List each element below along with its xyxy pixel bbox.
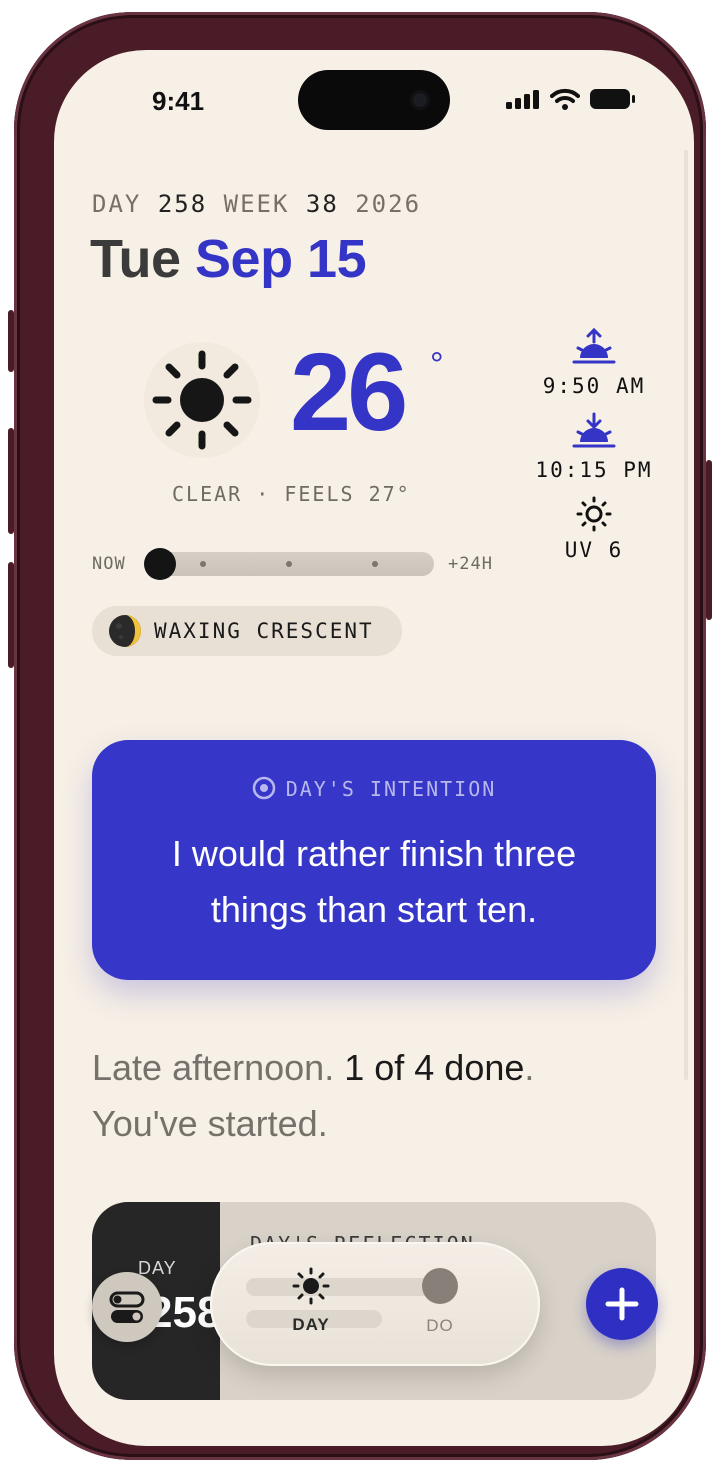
- moon-phase-icon: [109, 615, 141, 647]
- power-button: [706, 460, 712, 620]
- sun-icon: [292, 1267, 330, 1305]
- date-meta-line: DAY 258 WEEK 38 2026: [92, 190, 422, 218]
- signal-icon: [506, 90, 539, 109]
- scrollbar[interactable]: [684, 150, 688, 1080]
- target-icon: [252, 776, 275, 800]
- action-button: [8, 310, 14, 372]
- intention-heading: DAY'S INTENTION: [92, 776, 656, 801]
- sunset-icon: [572, 412, 616, 448]
- weather-condition: CLEAR · FEELS 27°: [172, 482, 411, 506]
- status-icons: [506, 88, 636, 110]
- do-circle-icon: [422, 1268, 458, 1304]
- battery-icon: [590, 89, 635, 109]
- timeline-start-label: NOW: [92, 554, 126, 574]
- temperature: 26: [290, 331, 408, 454]
- degree-symbol: °: [430, 346, 444, 384]
- sunrise-icon: [572, 328, 616, 364]
- sunset-time: 10:15 PM: [535, 458, 653, 482]
- toggle-icon: [109, 1291, 145, 1323]
- moon-phase-pill[interactable]: WAXING CRESCENT: [92, 606, 402, 656]
- timeline-slider-handle[interactable]: [144, 548, 176, 580]
- screen: 9:41 DAY 258 WEEK 38 2026 Tue Sep 15 26 …: [54, 50, 694, 1446]
- day-summary: Late afternoon. 1 of 4 done. You've star…: [92, 1047, 535, 1144]
- add-button[interactable]: [586, 1268, 658, 1340]
- intention-card[interactable]: DAY'S INTENTION I would rather finish th…: [92, 740, 656, 980]
- sun-icon: [144, 342, 260, 458]
- timeline-end-label: +24H: [448, 554, 493, 574]
- intention-quote: I would rather finish three things than …: [171, 833, 577, 930]
- sun-times: 9:50 AM 10:15 PM UV 6: [524, 328, 664, 562]
- nav-tab-do[interactable]: DO: [414, 1266, 466, 1336]
- nav-tab-day[interactable]: DAY: [282, 1266, 340, 1335]
- timeline-slider[interactable]: [148, 552, 434, 576]
- sunrise-time: 9:50 AM: [542, 374, 646, 398]
- status-time: 9:41: [152, 86, 205, 116]
- page-title: Tue Sep 15: [90, 229, 367, 289]
- view-toggle-button[interactable]: [92, 1272, 162, 1342]
- uv-sun-icon: [576, 496, 612, 532]
- uv-index: UV 6: [564, 538, 624, 562]
- volume-down-button: [8, 562, 14, 668]
- dynamic-island: [298, 70, 450, 130]
- volume-up-button: [8, 428, 14, 534]
- plus-icon: [605, 1287, 639, 1321]
- bottom-nav: DAY DO: [210, 1242, 540, 1366]
- phone-frame: 9:41 DAY 258 WEEK 38 2026 Tue Sep 15 26 …: [14, 12, 706, 1460]
- moon-phase-label: WAXING CRESCENT: [154, 619, 374, 643]
- wifi-icon: [550, 88, 580, 110]
